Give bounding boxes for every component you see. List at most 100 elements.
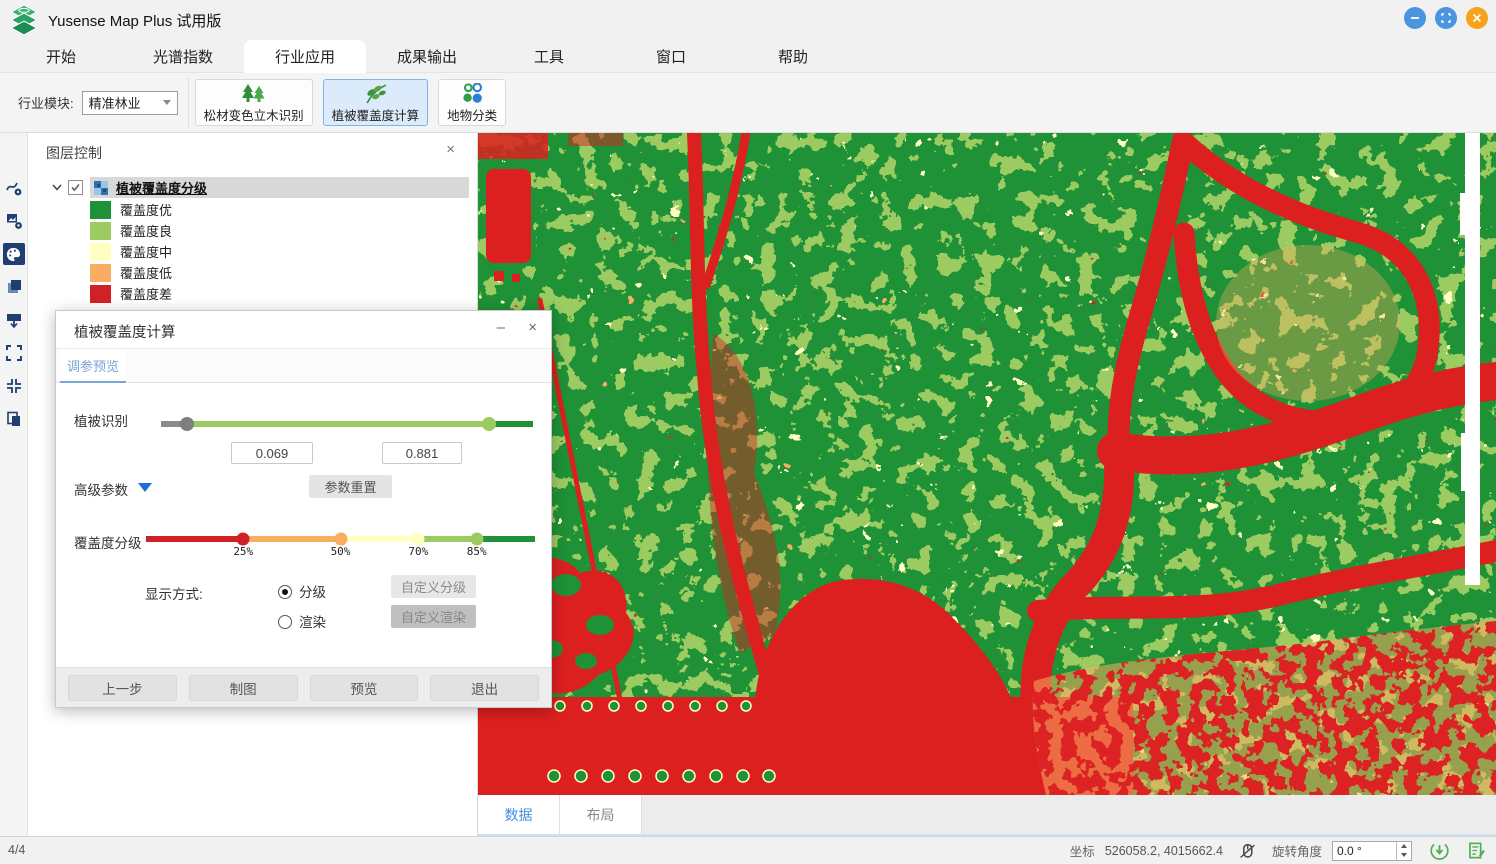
veg-slider-segment: [187, 421, 489, 427]
spin-up-button[interactable]: [1397, 842, 1411, 851]
radio-graded-label: 分级: [299, 585, 326, 600]
advanced-expand-icon[interactable]: [138, 483, 152, 492]
radio-graded[interactable]: [278, 585, 292, 599]
make-map-button[interactable]: 制图: [189, 675, 298, 701]
coordinate-label: 坐标: [1070, 841, 1095, 860]
left-tool-strip: [0, 133, 28, 836]
dialog-close-icon[interactable]: ×: [528, 319, 537, 336]
collapse-view-button[interactable]: [3, 375, 25, 397]
coverage-breakpoint-label: 50%: [331, 545, 351, 558]
menu-tab-output[interactable]: 成果输出: [366, 40, 488, 73]
legend-item: 覆盖度中: [90, 241, 477, 262]
vector-settings-button[interactable]: [3, 177, 25, 199]
vegetation-coverage-button[interactable]: 植被覆盖度计算: [323, 79, 429, 126]
layer-visibility-checkbox[interactable]: [68, 180, 83, 195]
menu-tab-tools[interactable]: 工具: [488, 40, 610, 73]
veg-slider-max-handle[interactable]: [482, 417, 496, 431]
menu-bar: 开始 光谱指数 行业应用 成果输出 工具 窗口 帮助: [0, 40, 1496, 73]
coverage-slider-handle[interactable]: [237, 533, 250, 546]
coverage-slider-segment: [243, 536, 340, 542]
spin-down-button[interactable]: [1397, 851, 1411, 860]
landcover-classification-button[interactable]: 地物分类: [438, 79, 506, 126]
dialog-tab-strip: 调参预览: [56, 349, 551, 383]
minimize-icon: [1410, 13, 1420, 23]
map-view[interactable]: [478, 133, 1496, 795]
full-extent-button[interactable]: [3, 342, 25, 364]
log-notes-icon[interactable]: [1467, 841, 1486, 860]
coverage-slider-handle[interactable]: [470, 533, 483, 546]
coverage-slider-segment: [341, 536, 419, 542]
legend-swatch: [90, 222, 111, 240]
duplicate-view-icon: [5, 410, 23, 428]
layer-name[interactable]: 植被覆盖度分级: [116, 178, 207, 197]
menu-tab-industry-apps[interactable]: 行业应用: [244, 40, 366, 73]
preview-button[interactable]: 预览: [310, 675, 419, 701]
check-icon: [70, 182, 81, 193]
menu-tab-window[interactable]: 窗口: [610, 40, 732, 73]
exit-button[interactable]: 退出: [430, 675, 539, 701]
dialog-minimize-icon[interactable]: –: [497, 319, 505, 336]
prev-step-button[interactable]: 上一步: [68, 675, 177, 701]
rotation-spinbox[interactable]: 0.0 °: [1332, 841, 1412, 861]
layer-tree-row[interactable]: 植被覆盖度分级: [52, 177, 477, 198]
veg-slider-min-handle[interactable]: [180, 417, 194, 431]
mouse-tracking-icon[interactable]: [1239, 842, 1256, 859]
palette-icon: [5, 246, 22, 263]
coverage-breakpoint-label: 25%: [233, 545, 253, 558]
rotation-value: 0.0 °: [1333, 844, 1396, 858]
map-orange-island: [1216, 245, 1400, 401]
layers-button[interactable]: [3, 276, 25, 298]
classified-raster-map: [478, 133, 1496, 795]
layer-panel-close-icon[interactable]: ×: [446, 141, 455, 158]
coverage-grading-label: 覆盖度分级: [74, 532, 142, 552]
tab-layout-view[interactable]: 布局: [560, 795, 642, 834]
coverage-slider-handle[interactable]: [334, 533, 347, 546]
industry-module-value: 精准林业: [89, 93, 141, 112]
status-bar: 4/4 坐标 526058.2, 4015662.4 旋转角度 0.0 °: [0, 836, 1496, 864]
veg-slider-track[interactable]: [161, 421, 533, 427]
custom-render-button[interactable]: 自定义渲染: [391, 605, 476, 628]
industry-module-select[interactable]: 精准林业: [82, 91, 178, 115]
radio-rendered[interactable]: [278, 615, 292, 629]
menu-tab-help[interactable]: 帮助: [732, 40, 854, 73]
symbology-palette-button[interactable]: [3, 243, 25, 265]
minimize-button[interactable]: [1404, 7, 1426, 29]
pine-wilt-detection-button[interactable]: 松材变色立木识别: [195, 79, 313, 126]
duplicate-view-button[interactable]: [3, 408, 25, 430]
coverage-breakpoint-label: 70%: [408, 545, 428, 558]
tool-button-label: 松材变色立木识别: [204, 105, 304, 124]
vector-settings-icon: [5, 179, 23, 197]
ribbon-divider: [188, 78, 189, 128]
custom-grade-button[interactable]: 自定义分级: [391, 575, 476, 598]
coverage-slider-handle[interactable]: [412, 533, 425, 546]
title-bar: Yusense Map Plus 试用版: [0, 0, 1496, 40]
coordinate-value: 526058.2, 4015662.4: [1105, 844, 1223, 858]
reset-params-button[interactable]: 参数重置: [309, 475, 392, 498]
tree-expand-caret-icon[interactable]: [52, 184, 62, 191]
tab-parameter-preview[interactable]: 调参预览: [60, 349, 126, 383]
layer-legend: 覆盖度优 覆盖度良 覆盖度中 覆盖度低 覆盖度差: [90, 199, 477, 304]
coverage-slider-segment: [418, 536, 476, 542]
vegetation-coverage-dialog: 植被覆盖度计算 – × 调参预览 植被识别 0.069 0.881 高级参数 参…: [55, 310, 552, 708]
menu-tab-start[interactable]: 开始: [0, 40, 122, 73]
dialog-title: 植被覆盖度计算: [74, 321, 176, 342]
coverage-slider-track[interactable]: 25%50%70%85%: [146, 536, 535, 542]
download-results-icon[interactable]: [1430, 841, 1449, 860]
menu-tab-spectral-index[interactable]: 光谱指数: [122, 40, 244, 73]
app-title: Yusense Map Plus 试用版: [48, 10, 221, 31]
layer-panel-title: 图层控制: [46, 143, 102, 163]
dialog-title-bar[interactable]: 植被覆盖度计算 – ×: [56, 311, 551, 349]
tab-data-view[interactable]: 数据: [478, 795, 560, 834]
veg-min-input[interactable]: 0.069: [231, 442, 313, 464]
legend-swatch: [90, 201, 111, 219]
close-button[interactable]: [1466, 7, 1488, 29]
raster-settings-button[interactable]: [3, 210, 25, 232]
dialog-footer: 上一步 制图 预览 退出: [56, 667, 551, 707]
export-map-button[interactable]: [3, 309, 25, 331]
veg-max-input[interactable]: 0.881: [382, 442, 462, 464]
chevron-down-icon: [163, 100, 171, 105]
tool-button-label: 地物分类: [447, 105, 497, 124]
legend-label: 覆盖度优: [120, 200, 172, 219]
legend-label: 覆盖度差: [120, 284, 172, 303]
maximize-button[interactable]: [1435, 7, 1457, 29]
